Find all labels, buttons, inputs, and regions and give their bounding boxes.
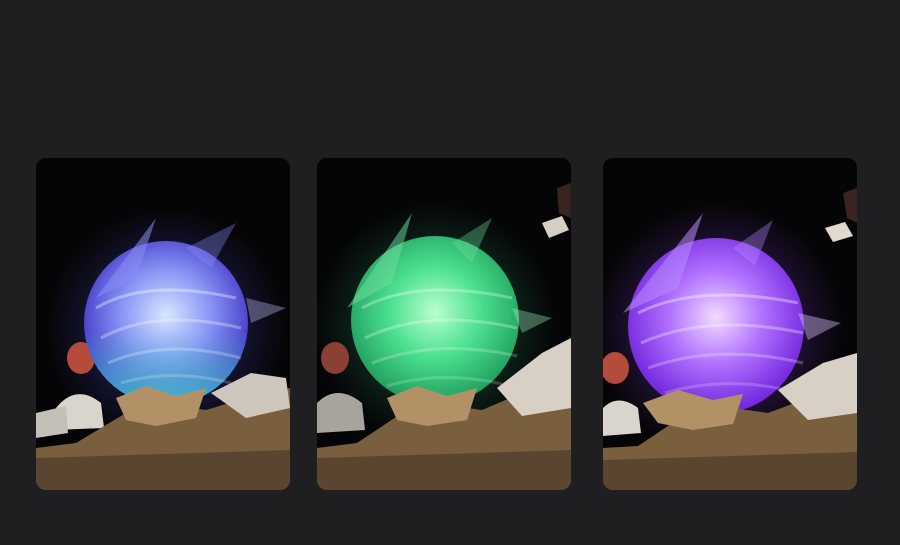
- product-gallery: [0, 0, 900, 545]
- product-photo-purple-light: [603, 158, 857, 490]
- product-photo-blue-light: [36, 158, 290, 490]
- product-photo-green-light: [317, 158, 571, 490]
